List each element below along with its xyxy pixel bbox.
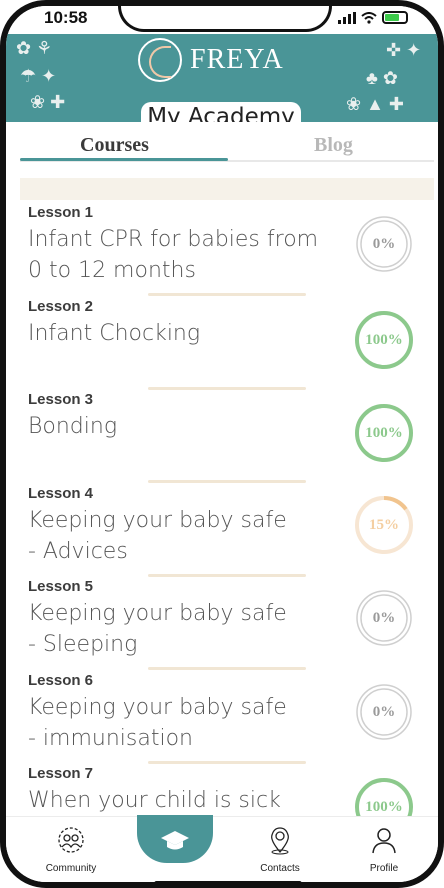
person-icon <box>372 828 396 854</box>
lesson-title-line: Infant CPR for babies from <box>28 227 319 252</box>
lesson-title: Bonding <box>28 411 328 442</box>
progress-label: 100% <box>365 425 403 441</box>
lesson-title: Keeping your baby safe - immunisation <box>28 692 328 754</box>
lesson-title: Keeping your baby safe - Advices <box>28 505 328 567</box>
progress-label: 0% <box>372 236 396 252</box>
lesson-item[interactable]: Lesson 6 Keeping your baby safe - immunisa… <box>28 670 428 764</box>
nav-contacts[interactable]: Contacts <box>240 825 320 874</box>
nav-label: Contacts <box>260 863 300 874</box>
nav-label: Profile <box>369 863 399 874</box>
lesson-title: Keeping your baby safe - Sleeping <box>28 598 328 660</box>
lesson-number: Lesson 7 <box>28 765 94 782</box>
status-icons <box>338 11 408 24</box>
nav-profile[interactable]: Profile <box>344 825 424 874</box>
notch <box>118 6 332 32</box>
lesson-title-line: Keeping your baby safe <box>28 507 287 533</box>
nav-community[interactable]: Community <box>31 825 111 874</box>
lesson-item[interactable]: Lesson 1 Infant CPR for babies from 0 to 1… <box>28 202 428 296</box>
lesson-item[interactable]: Lesson 2 Infant Chocking 100% <box>28 296 428 390</box>
nav-label: Academy <box>154 863 196 874</box>
lesson-item[interactable]: Lesson 3 Bonding 100% <box>28 389 428 483</box>
lesson-item[interactable]: Lesson 7 When your child is sick 100% <box>28 763 428 816</box>
progress-label: 0% <box>372 703 396 720</box>
brand-name: FREYA <box>190 44 284 75</box>
wifi-icon <box>361 11 377 24</box>
lesson-item[interactable]: Lesson 4 Keeping your baby safe - Advices 1… <box>28 483 428 577</box>
phone-frame: 10:58 ✿ ⚘ ☂ ✦ ❀ ✚ ✜ ✦ ♣ ✿ ❀ ▲ ✚ FREYA My… <box>0 0 444 888</box>
home-indicator <box>154 881 302 882</box>
lesson-title-line: Infant Chocking <box>28 320 201 346</box>
bottom-nav: Community Academy Contacts Profile <box>6 815 438 882</box>
community-icon <box>58 827 84 853</box>
baby-toys-icon: ✿ ⚘ <box>16 38 53 58</box>
logo-mark-icon <box>138 38 182 82</box>
progress-ring: 15% <box>354 495 414 555</box>
lesson-item[interactable]: Lesson 5 Keeping your baby safe - Sleeping… <box>28 576 428 670</box>
lesson-title: Infant CPR for babies from 0 to 12 months <box>28 224 328 286</box>
progress-label: 100% <box>365 331 403 348</box>
lesson-title-line: Keeping your baby safe <box>28 601 287 626</box>
stacking-toy-icon: ❀ ▲ ✚ <box>346 94 404 114</box>
location-pin-icon <box>271 827 289 855</box>
progress-ring: 0% <box>354 682 414 742</box>
nav-label: Community <box>45 863 97 874</box>
progress-label: 100% <box>365 799 403 815</box>
nav-academy[interactable]: Academy <box>135 825 215 874</box>
status-time: 10:58 <box>44 8 88 27</box>
mobile-toy-icon: ♣ ✿ <box>366 68 398 88</box>
freya-logo: FREYA <box>138 38 284 82</box>
tab-blog[interactable]: Blog <box>314 134 353 157</box>
duck-icon: ❀ ✚ <box>30 92 66 112</box>
progress-ring: 100% <box>354 777 414 816</box>
lesson-title-line: When your child is sick <box>28 788 281 813</box>
puzzle-icon: ✜ ✦ <box>386 40 422 60</box>
progress-label: 15% <box>369 516 399 533</box>
tab-courses[interactable]: Courses <box>80 134 149 157</box>
graduation-cap-icon <box>161 831 189 850</box>
progress-ring: 0% <box>354 588 414 648</box>
header: ✿ ⚘ ☂ ✦ ❀ ✚ ✜ ✦ ♣ ✿ ❀ ▲ ✚ FREYA My Acade… <box>6 32 438 134</box>
lesson-number: Lesson 2 <box>28 297 94 315</box>
progress-ring: 100% <box>354 310 414 370</box>
status-bar: 10:58 <box>6 6 438 34</box>
lesson-number: Lesson 6 <box>28 671 94 689</box>
rattle-icon: ☂ ✦ <box>20 66 57 86</box>
lesson-list[interactable]: Lesson 1 Infant CPR for babies from 0 to 1… <box>6 202 438 816</box>
tab-bar: Courses Blog <box>6 122 438 164</box>
lesson-title: When your child is sick <box>28 785 328 816</box>
lesson-number: Lesson 4 <box>28 484 94 502</box>
progress-ring: 0% <box>354 214 414 274</box>
list-top-band <box>20 178 434 200</box>
lesson-number: Lesson 3 <box>28 391 94 408</box>
progress-ring: 100% <box>354 403 414 463</box>
lesson-title-line: 0 to 12 months <box>28 258 196 283</box>
lesson-title: Infant Chocking <box>28 318 328 349</box>
lesson-title-line: Keeping your baby safe <box>28 694 287 720</box>
lesson-number: Lesson 1 <box>28 204 94 221</box>
lesson-number: Lesson 5 <box>28 578 94 595</box>
lesson-title-line: - immunisation <box>28 725 193 751</box>
lesson-title-line: Bonding <box>28 414 118 439</box>
battery-icon <box>382 11 408 24</box>
signal-icon <box>338 11 356 24</box>
active-tab-indicator <box>20 158 228 161</box>
progress-label: 0% <box>372 610 396 626</box>
lesson-title-line: - Advices <box>28 538 128 564</box>
lesson-title-line: - Sleeping <box>28 632 138 657</box>
